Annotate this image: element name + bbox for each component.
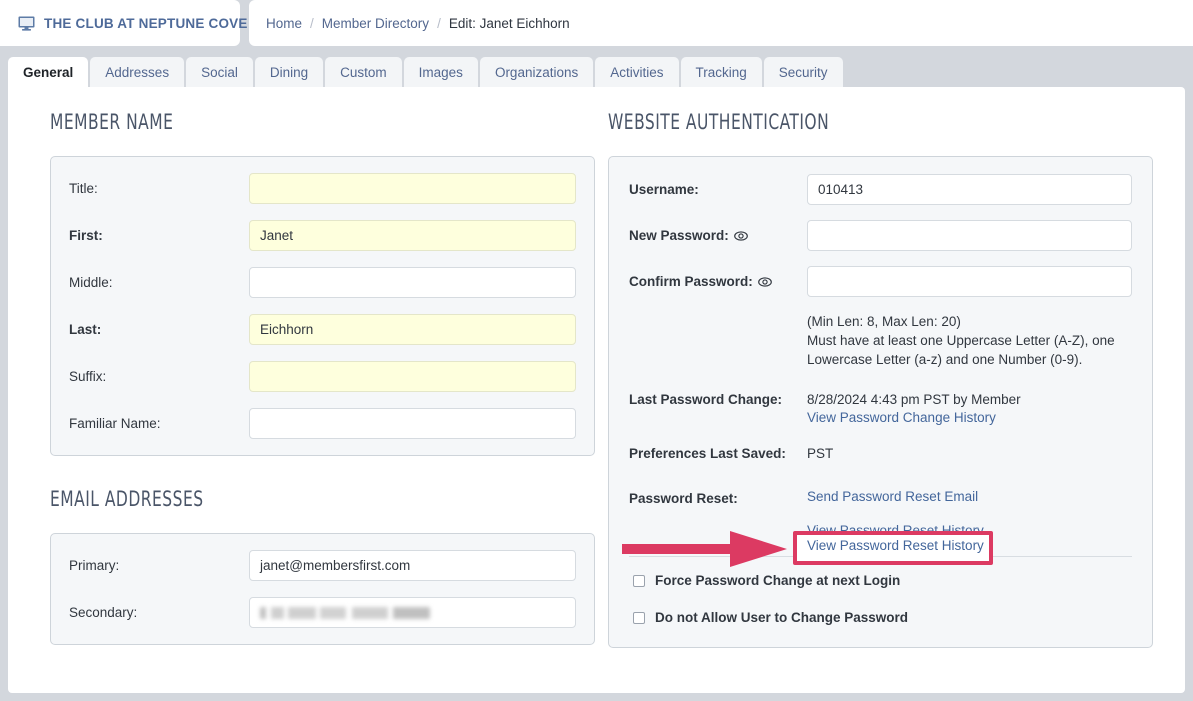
label-new-password-text: New Password: xyxy=(629,228,729,243)
field-row-primary-email: Primary: janet@membersfirst.com xyxy=(69,550,576,581)
member-name-fieldset: Title: First: Janet Middle: Last: Eichho… xyxy=(50,156,595,456)
checkbox-force-password-change[interactable] xyxy=(633,574,645,587)
view-password-reset-history-link[interactable]: View Password Reset History xyxy=(807,523,984,538)
checkbox-label-disallow-password-change: Do not Allow User to Change Password xyxy=(655,610,909,625)
field-row-password-reset: Password Reset: Send Password Reset Emai… xyxy=(629,484,1132,538)
eye-icon[interactable] xyxy=(733,229,748,243)
label-middle: Middle: xyxy=(69,275,113,290)
input-familiar-name[interactable] xyxy=(249,408,576,439)
input-first[interactable]: Janet xyxy=(249,220,576,251)
checkbox-label-force-password-change: Force Password Change at next Login xyxy=(655,573,901,588)
password-rules-line-2: Must have at least one Uppercase Letter … xyxy=(807,333,1115,348)
tab-security[interactable]: Security xyxy=(763,57,843,87)
email-addresses-heading: EMAIL ADDRESSES xyxy=(50,487,204,511)
field-row-new-password: New Password: xyxy=(629,220,1132,251)
label-primary-email: Primary: xyxy=(69,558,120,573)
right-column: WEBSITE AUTHENTICATION Username: 010413 … xyxy=(608,87,1153,648)
label-last-password-change: Last Password Change: xyxy=(629,392,783,407)
brand-name: THE CLUB AT NEPTUNE COVE xyxy=(44,15,248,31)
input-confirm-password[interactable] xyxy=(807,266,1132,297)
breadcrumb-item-member-directory[interactable]: Member Directory xyxy=(322,16,429,31)
preferences-last-saved-value: PST xyxy=(807,446,834,461)
field-row-middle: Middle: xyxy=(69,267,576,298)
tab-strip: General Addresses Social Dining Custom I… xyxy=(8,57,843,87)
field-row-suffix: Suffix: xyxy=(69,361,576,392)
checkbox-row-force-password-change[interactable]: Force Password Change at next Login xyxy=(629,573,1132,588)
input-middle[interactable] xyxy=(249,267,576,298)
tab-addresses[interactable]: Addresses xyxy=(90,57,185,87)
monitor-icon xyxy=(18,16,35,31)
label-secondary-email: Secondary: xyxy=(69,605,138,620)
top-bar: THE CLUB AT NEPTUNE COVE Home / Member D… xyxy=(0,0,1193,46)
label-preferences-last-saved: Preferences Last Saved: xyxy=(629,446,786,461)
breadcrumb-separator: / xyxy=(310,15,314,31)
tab-custom[interactable]: Custom xyxy=(325,57,402,87)
password-rules: (Min Len: 8, Max Len: 20) Must have at l… xyxy=(807,312,1132,369)
field-row-confirm-password: Confirm Password: xyxy=(629,266,1132,297)
field-row-username: Username: 010413 xyxy=(629,174,1132,205)
breadcrumb-separator: / xyxy=(437,15,441,31)
callout-highlight-label[interactable]: View Password Reset History xyxy=(807,538,984,553)
label-last: Last: xyxy=(69,322,102,337)
breadcrumb: Home / Member Directory / Edit: Janet Ei… xyxy=(249,0,1193,46)
checkbox-row-disallow-password-change[interactable]: Do not Allow User to Change Password xyxy=(629,610,1132,625)
label-confirm-password: Confirm Password: xyxy=(629,266,807,297)
checkbox-disallow-password-change[interactable] xyxy=(633,611,645,624)
field-row-preferences-last-saved: Preferences Last Saved: PST xyxy=(629,439,1132,464)
section-divider xyxy=(629,556,1132,557)
brand-chip[interactable]: THE CLUB AT NEPTUNE COVE xyxy=(0,0,247,46)
field-row-first: First: Janet xyxy=(69,220,576,251)
input-primary-email[interactable]: janet@membersfirst.com xyxy=(249,550,576,581)
send-password-reset-email-link[interactable]: Send Password Reset Email xyxy=(807,484,984,504)
input-suffix[interactable] xyxy=(249,361,576,392)
label-password-reset: Password Reset: xyxy=(629,491,738,506)
input-title[interactable] xyxy=(249,173,576,204)
view-password-change-history-link[interactable]: View Password Change History xyxy=(807,410,1021,425)
label-title: Title: xyxy=(69,181,98,196)
password-rules-line-1: (Min Len: 8, Max Len: 20) xyxy=(807,314,961,329)
eye-icon[interactable] xyxy=(757,275,772,289)
tab-dining[interactable]: Dining xyxy=(254,57,324,87)
input-username[interactable]: 010413 xyxy=(807,174,1132,205)
label-first: First: xyxy=(69,228,103,243)
breadcrumb-current: Edit: Janet Eichhorn xyxy=(448,15,570,31)
field-row-last-password-change: Last Password Change: 8/28/2024 4:43 pm … xyxy=(629,385,1132,425)
field-row-title: Title: xyxy=(69,173,576,204)
label-familiar-name: Familiar Name: xyxy=(69,416,161,431)
input-last[interactable]: Eichhorn xyxy=(249,314,576,345)
label-new-password: New Password: xyxy=(629,220,807,251)
input-new-password[interactable] xyxy=(807,220,1132,251)
email-addresses-fieldset: Primary: janet@membersfirst.com Secondar… xyxy=(50,533,595,645)
label-username: Username: xyxy=(629,182,699,197)
left-column: MEMBER NAME Title: First: Janet Middle: … xyxy=(50,87,595,645)
label-suffix: Suffix: xyxy=(69,369,107,384)
field-row-last: Last: Eichhorn xyxy=(69,314,576,345)
last-password-change-block: 8/28/2024 4:43 pm PST by Member View Pas… xyxy=(807,385,1021,425)
password-rules-line-3: Lowercase Letter (a-z) and one Number (0… xyxy=(807,352,1083,367)
tab-images[interactable]: Images xyxy=(403,57,478,87)
tab-activities[interactable]: Activities xyxy=(595,57,679,87)
field-row-secondary-email: Secondary: xyxy=(69,597,576,628)
redacted-value xyxy=(260,606,430,619)
input-secondary-email[interactable] xyxy=(249,597,576,628)
website-authentication-fieldset: Username: 010413 New Password: Confirm P… xyxy=(608,156,1153,648)
label-confirm-password-text: Confirm Password: xyxy=(629,274,753,289)
tab-social[interactable]: Social xyxy=(186,57,253,87)
tab-tracking[interactable]: Tracking xyxy=(680,57,762,87)
last-password-change-value: 8/28/2024 4:43 pm PST by Member xyxy=(807,392,1021,407)
tab-general[interactable]: General xyxy=(8,57,89,87)
general-tab-panel: MEMBER NAME Title: First: Janet Middle: … xyxy=(8,87,1185,693)
website-authentication-heading: WEBSITE AUTHENTICATION xyxy=(608,110,830,134)
field-row-familiar-name: Familiar Name: xyxy=(69,408,576,439)
breadcrumb-item-home[interactable]: Home xyxy=(266,16,302,31)
tab-organizations[interactable]: Organizations xyxy=(479,57,594,87)
password-reset-links: Send Password Reset Email View Password … xyxy=(807,484,984,538)
member-name-heading: MEMBER NAME xyxy=(50,110,174,134)
